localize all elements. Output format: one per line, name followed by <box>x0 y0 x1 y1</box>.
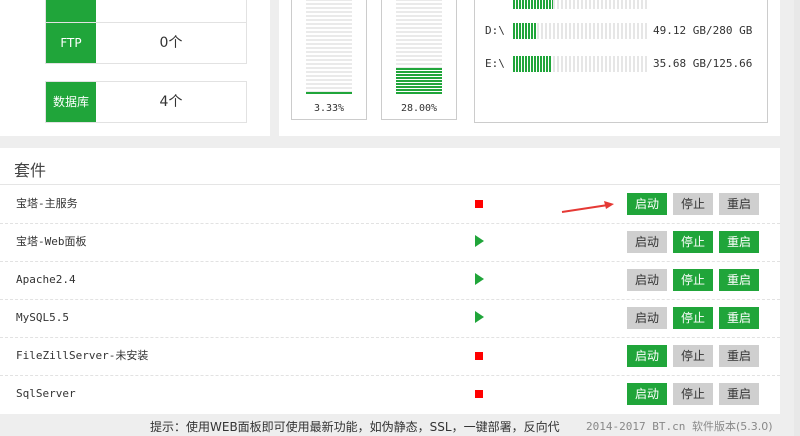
restart-button[interactable]: 重启 <box>719 193 759 215</box>
disk-row-partial <box>485 0 755 9</box>
cpu-gauge: 3.33% <box>291 0 367 120</box>
stat-value: 0个 <box>159 35 183 51</box>
restart-button[interactable]: 重启 <box>719 269 759 291</box>
start-button[interactable]: 启动 <box>627 231 667 253</box>
disk-usage: 49.12 GB/280 GB <box>653 24 753 37</box>
suite-title: 套件 <box>14 161 47 180</box>
service-name: 宝塔-主服务 <box>16 197 78 210</box>
service-name: 宝塔-Web面板 <box>16 235 87 248</box>
stop-button[interactable]: 停止 <box>673 231 713 253</box>
restart-button[interactable]: 重启 <box>719 383 759 405</box>
stop-button[interactable]: 停止 <box>673 383 713 405</box>
stat-label: 数据库 <box>46 82 96 122</box>
stat-value: 4个 <box>159 94 183 110</box>
footer-copyright: 2014-2017 BT.cn 软件版本(5.3.0) <box>586 418 773 434</box>
suite-panel: 套件 宝塔-主服务 启动 停止 重启 宝塔-Web面板 启动 停止 重启 Apache2.4 启动… <box>0 148 780 414</box>
start-button[interactable]: 启动 <box>627 307 667 329</box>
stat-row-database[interactable]: 数据库 4个 <box>45 81 247 123</box>
software-version: 软件版本(5.3.0) <box>691 420 773 433</box>
restart-button[interactable]: 重启 <box>719 345 759 367</box>
stopped-icon <box>475 390 483 398</box>
service-name: FileZillServer-未安装 <box>16 349 149 362</box>
disk-row-e: E:\ 35.68 GB/125.66 <box>485 56 755 72</box>
footer: 提示：使用WEB面板即可使用最新功能，如伪静态，SSL，一键部署，反向代 201… <box>0 414 800 436</box>
stopped-icon <box>475 352 483 360</box>
disk-name: D:\ <box>485 24 505 37</box>
start-button[interactable]: 启动 <box>627 345 667 367</box>
running-icon <box>475 235 484 247</box>
stat-label-partial <box>46 0 96 23</box>
gauge-percent: 28.00% <box>400 103 438 114</box>
restart-button[interactable]: 重启 <box>719 307 759 329</box>
gauge-track <box>306 0 352 95</box>
footer-tip: 提示：使用WEB面板即可使用最新功能，如伪静态，SSL，一键部署，反向代 <box>150 420 560 434</box>
gauge-percent: 3.33% <box>313 103 345 114</box>
start-button[interactable]: 启动 <box>627 383 667 405</box>
stop-button[interactable]: 停止 <box>673 269 713 291</box>
gauge-fill <box>306 91 352 95</box>
gauge-fill <box>396 68 442 95</box>
service-row: Apache2.4 启动 停止 重启 <box>0 261 780 300</box>
service-row: MySQL5.5 启动 停止 重启 <box>0 299 780 338</box>
memory-gauge: 28.00% <box>381 0 457 120</box>
copyright-text: 2014-2017 BT.cn <box>586 420 686 433</box>
stop-button[interactable]: 停止 <box>673 345 713 367</box>
restart-button[interactable]: 重启 <box>719 231 759 253</box>
disk-name: E:\ <box>485 57 505 70</box>
resource-panel: 3.33% 28.00% D:\ 49.12 GB/280 GB E:\ 35.… <box>279 0 780 136</box>
service-name: Apache2.4 <box>16 273 76 286</box>
red-arrow-annotation <box>561 201 614 213</box>
start-button[interactable]: 启动 <box>627 269 667 291</box>
stat-row-partial <box>45 0 247 24</box>
disk-fill <box>513 56 552 72</box>
stat-label: FTP <box>46 23 96 63</box>
stop-button[interactable]: 停止 <box>673 307 713 329</box>
service-row: 宝塔-Web面板 启动 停止 重启 <box>0 223 780 262</box>
start-button[interactable]: 启动 <box>627 193 667 215</box>
disk-fill <box>513 23 537 39</box>
disk-bar <box>513 23 647 39</box>
stopped-icon <box>475 200 483 208</box>
stat-row-ftp[interactable]: FTP 0个 <box>45 22 247 64</box>
service-row: FileZillServer-未安装 启动 停止 重启 <box>0 337 780 376</box>
service-row: 宝塔-主服务 启动 停止 重启 <box>0 185 780 224</box>
site-stats-panel: FTP 0个 数据库 4个 <box>0 0 270 136</box>
running-icon <box>475 311 484 323</box>
disk-bar <box>513 56 647 72</box>
disk-row-d: D:\ 49.12 GB/280 GB <box>485 23 755 39</box>
gauge-track <box>396 0 442 95</box>
service-name: SqlServer <box>16 387 76 400</box>
service-row: SqlServer 启动 停止 重启 <box>0 375 780 413</box>
scrollbar[interactable] <box>794 0 800 436</box>
disk-list: D:\ 49.12 GB/280 GB E:\ 35.68 GB/125.66 <box>474 0 768 123</box>
service-name: MySQL5.5 <box>16 311 69 324</box>
disk-usage: 35.68 GB/125.66 <box>653 57 753 70</box>
disk-bar <box>513 0 647 9</box>
running-icon <box>475 273 484 285</box>
stop-button[interactable]: 停止 <box>673 193 713 215</box>
